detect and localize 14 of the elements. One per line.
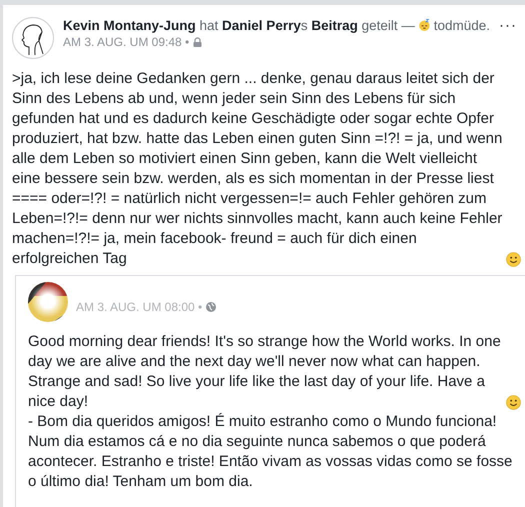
more-options-button[interactable]: ··· <box>499 17 517 59</box>
post-timestamp[interactable]: AM 3. AUG. UM 09:48 • <box>63 35 190 49</box>
share-headline: Kevin Montany-Jung hat Daniel Perrys Beitrag geteilt — <box>63 18 415 32</box>
post-timestamp[interactable]: AM 3. AUG. UM 08:00 • <box>76 300 202 314</box>
smiley-icon <box>506 395 521 410</box>
post-paragraph: - Bom dia queridos amigos! É muito estranho como o Mundo funciona! Num dia estamos cá e no dia seguinte nunca sabemos o que poderá acontecer. Estranho e triste! Então vivam as vossas vidas como se fosse o último dia! Tenham um bom dia. <box>28 413 512 490</box>
post-text: >ja, ich lese deine Gedanken gern ... denke, genau daraus leitet sich der Sinn des Lebens ab und, wenn jeder sein Sinn des Lebens für sich gefunden hat und es dadurch keine Geschädigte oder sogar echte Opfer produziert, hat bzw. hatte das Leben einen guten Sinn =!?! = ja, und wenn alle dem Leben so motiviert einen Sinn geben, kann die Welt vielleicht eine bessere sein bzw. werden, als es sich momentan in der Presse liest ==== oder=!?! = natürlich nicht vergessen=!= auch Fehler gehören zum Leben=!?!= denn nur wer nichts sinnvolles macht, kann auch keine Fehler machen=!?!= ja, mein facebook- freund = auch für dich einen erfolgreichen Tag <box>12 69 503 269</box>
sleepy-face-icon <box>418 17 431 33</box>
avatar-sketch-icon[interactable] <box>12 17 54 59</box>
smiley-icon <box>506 252 521 267</box>
globe-icon <box>206 302 216 312</box>
feeling-text: todmüde. <box>434 18 490 32</box>
lock-icon <box>193 37 202 47</box>
post-paragraph: Good morning dear friends! It's so strange how the World works. In one day we are alive and the next day we'll never now what can happen. Strange and sad! So live your life like the last day of your life. Have a nice day! <box>28 332 502 412</box>
